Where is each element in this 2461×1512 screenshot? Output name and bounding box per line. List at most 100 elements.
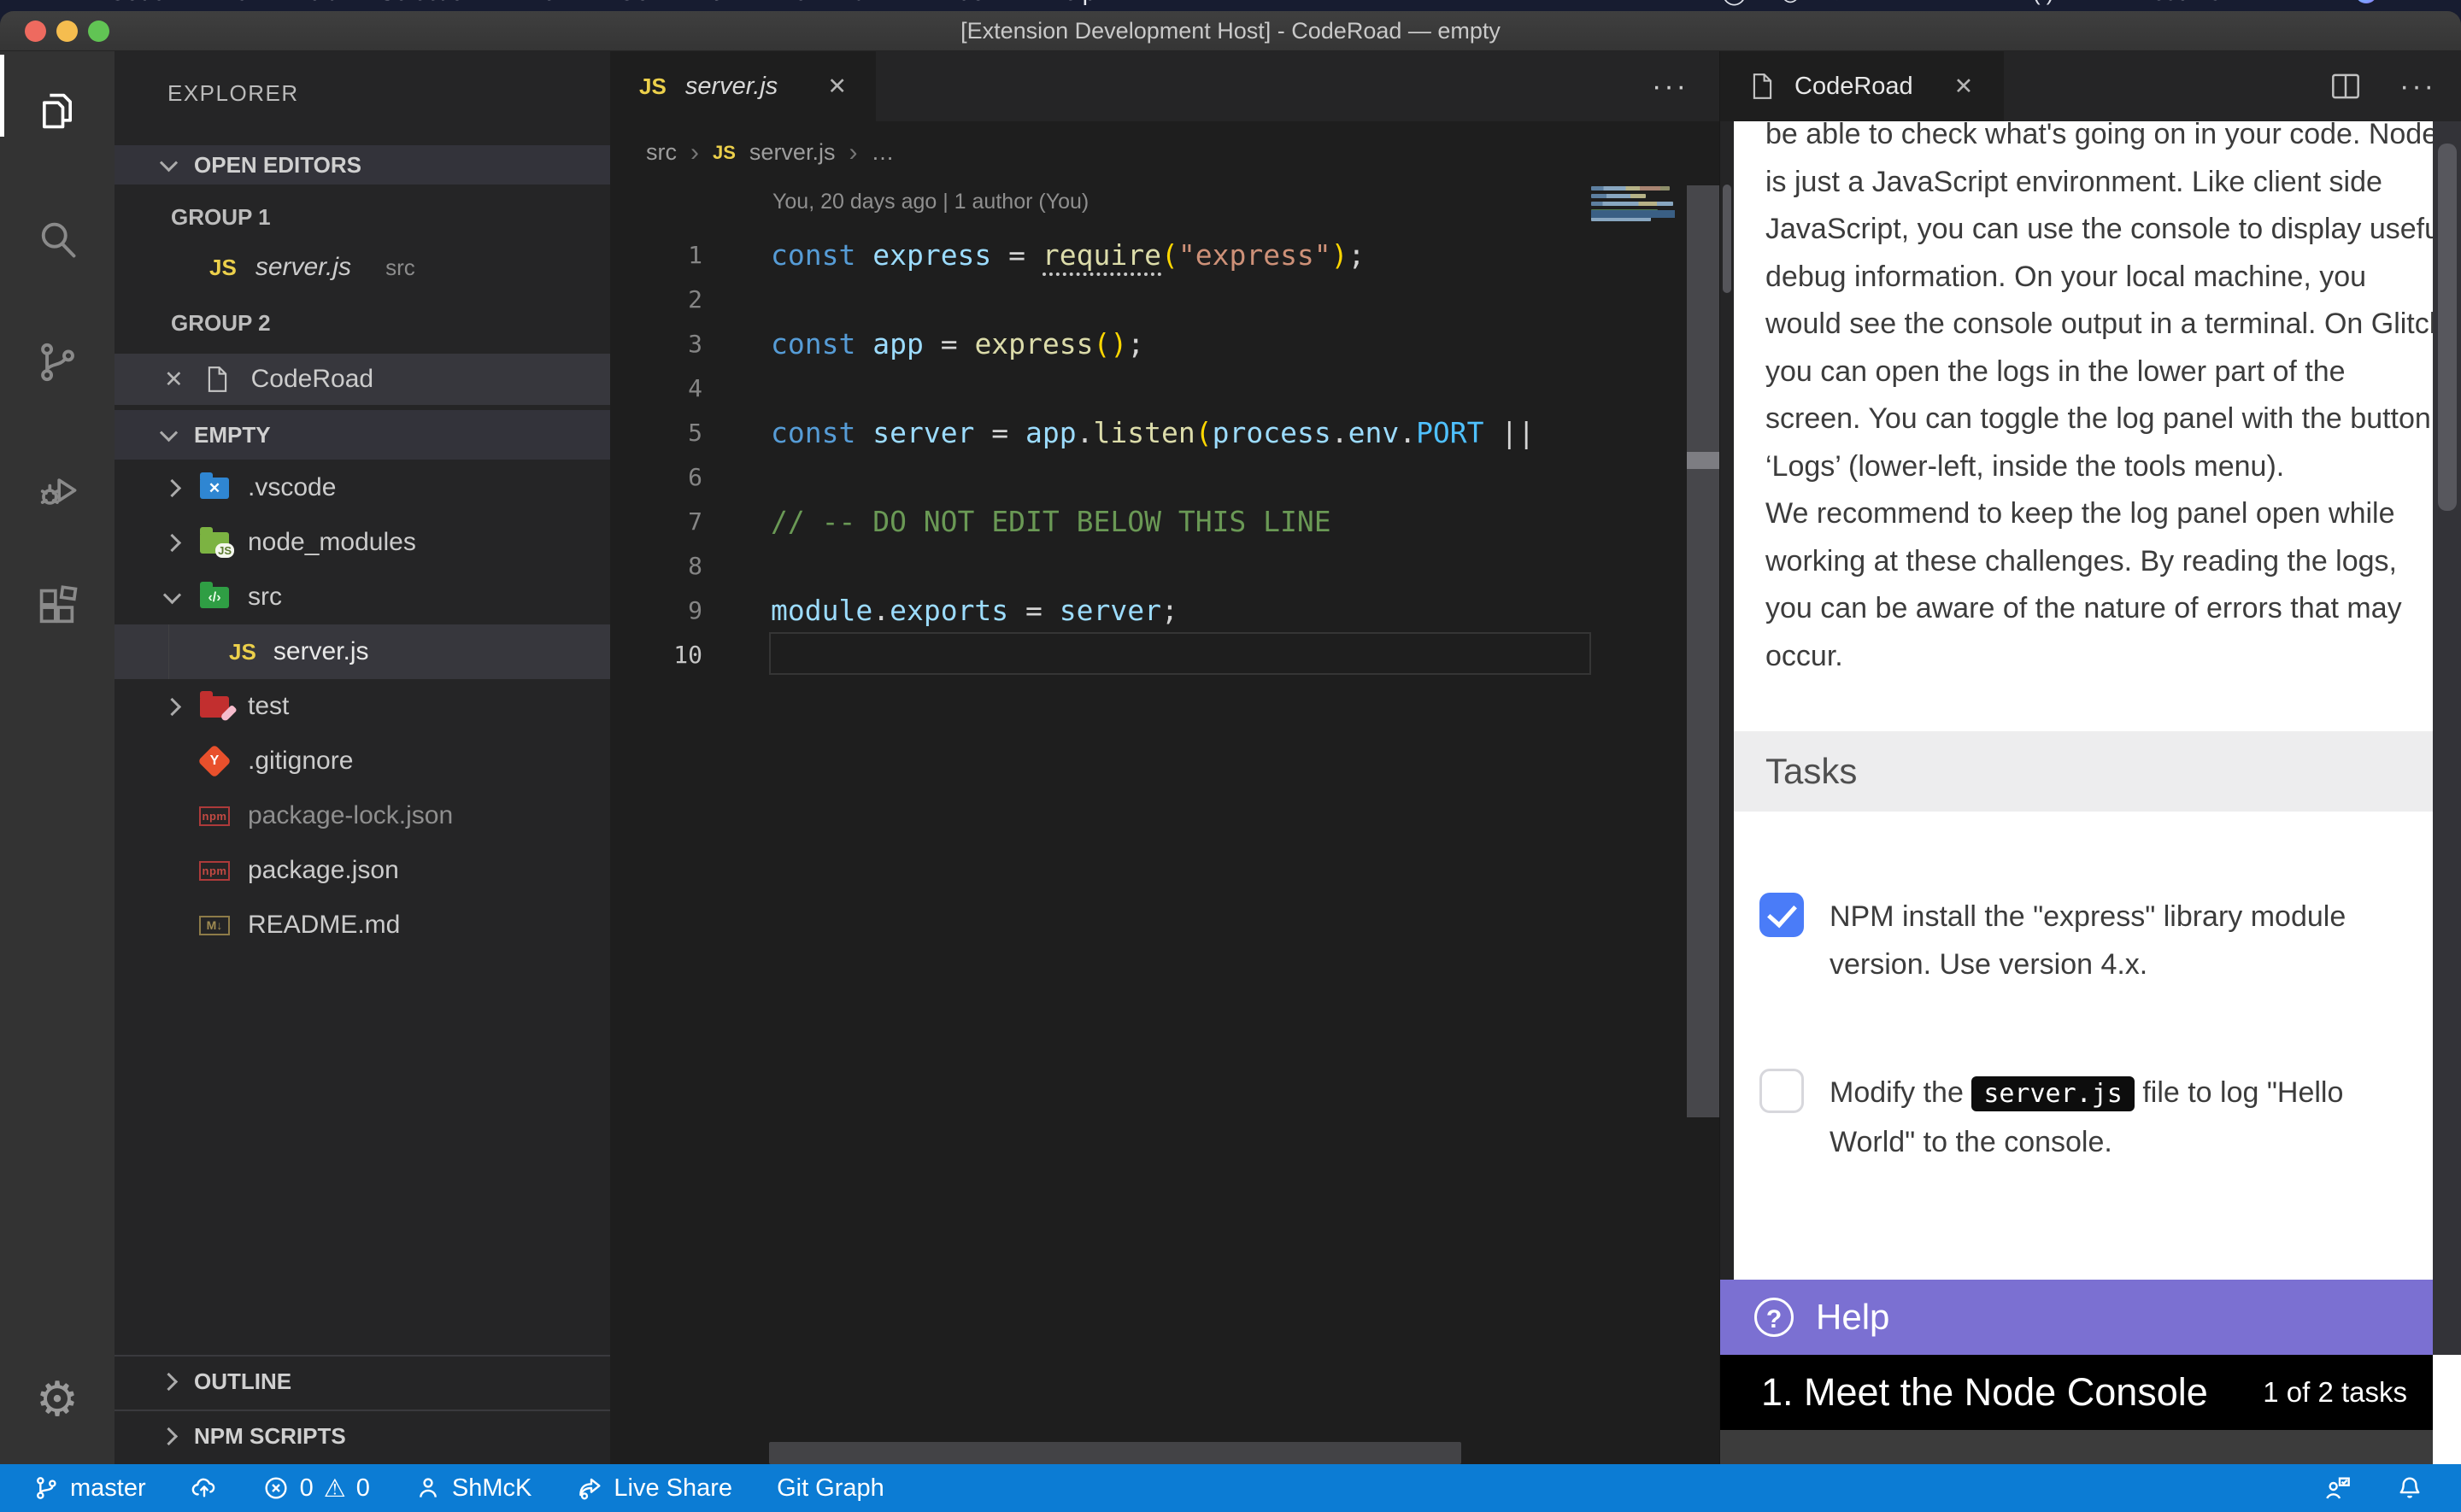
tree-item-test[interactable]: test xyxy=(115,679,610,734)
apple-menu-icon[interactable]: ● xyxy=(50,0,64,6)
tray-icon-6[interactable]: ⌸ xyxy=(1943,0,1957,6)
control-center-icon[interactable]: ≣ xyxy=(2411,0,2430,6)
tree-item-label: README.md xyxy=(248,911,400,940)
editor-vertical-scrollbar[interactable] xyxy=(1687,185,1719,1117)
explorer-icon[interactable] xyxy=(0,68,115,154)
git-graph-status-item[interactable]: Git Graph xyxy=(777,1474,884,1503)
close-tab-icon[interactable]: ✕ xyxy=(1954,73,1974,100)
tree-item-serverjs[interactable]: JS server.js xyxy=(115,624,610,679)
open-editors-header[interactable]: OPEN EDITORS xyxy=(115,145,610,185)
tray-icon-4[interactable]: ➤ xyxy=(1835,0,1853,6)
user-status-item[interactable]: ShMcK xyxy=(414,1474,532,1503)
line-number: 5 xyxy=(610,419,702,447)
minimap[interactable] xyxy=(1591,186,1675,225)
lesson-progress-bar[interactable]: 1. Meet the Node Console 1 of 2 tasks xyxy=(1720,1355,2433,1430)
tree-item-src[interactable]: src xyxy=(115,570,610,624)
menu-item-window[interactable]: Window xyxy=(917,0,1002,6)
spotlight-icon[interactable]: ○ xyxy=(2307,0,2321,6)
editor-horizontal-scrollbar[interactable] xyxy=(769,1442,1461,1464)
menu-item-view[interactable]: View xyxy=(521,0,573,6)
branch-status-item[interactable]: master xyxy=(32,1474,146,1503)
menu-item-go[interactable]: Go xyxy=(618,0,649,6)
extensions-icon[interactable] xyxy=(0,564,115,649)
tab-title: CodeRoad xyxy=(1794,73,1913,101)
panel-more-actions-icon[interactable]: ··· xyxy=(2399,70,2436,103)
menu-item-edit[interactable]: Edit xyxy=(293,0,334,6)
scrollbar-thumb[interactable] xyxy=(1723,185,1731,293)
tray-icon-2[interactable]: ◯ xyxy=(1722,0,1747,6)
tasks-section-header: Tasks xyxy=(1734,731,2433,812)
task-checkbox-unchecked[interactable] xyxy=(1759,1069,1804,1113)
breadcrumb-file[interactable]: server.js xyxy=(749,139,836,166)
tree-item-package-json[interactable]: npm package.json xyxy=(115,843,610,898)
task-checkbox-checked[interactable] xyxy=(1759,893,1804,937)
source-control-icon[interactable] xyxy=(0,319,115,405)
npm-scripts-section-header[interactable]: NPM SCRIPTS xyxy=(115,1409,610,1461)
editor-more-actions-icon[interactable]: ··· xyxy=(1652,51,1689,121)
tree-item-readme[interactable]: M↓ README.md xyxy=(115,898,610,952)
chevron-down-icon xyxy=(160,154,178,172)
breadcrumb-symbol[interactable]: … xyxy=(871,139,894,166)
settings-gear-icon[interactable]: ⚙ xyxy=(0,1357,115,1442)
tree-item-node-modules[interactable]: node_modules xyxy=(115,515,610,570)
code-area[interactable]: 1const express = require("express");23co… xyxy=(610,232,1719,677)
code-line[interactable]: 2 xyxy=(610,277,1719,321)
problems-status-item[interactable]: 0 ⚠ 0 xyxy=(262,1474,370,1503)
menu-item-code[interactable]: Code xyxy=(109,0,166,6)
menu-item-terminal[interactable]: Terminal xyxy=(782,0,872,6)
open-editor-coderoad[interactable]: ✕ CodeRoad xyxy=(115,354,610,405)
scrollbar-thumb[interactable] xyxy=(1687,452,1719,469)
codelens-annotation[interactable]: You, 20 days ago | 1 author (You) xyxy=(772,190,1089,214)
js-file-icon: JS xyxy=(639,73,667,100)
siri-icon[interactable] xyxy=(2355,0,2377,3)
code-line[interactable]: 5const server = app.listen(process.env.P… xyxy=(610,410,1719,454)
code-line[interactable]: 8 xyxy=(610,543,1719,588)
run-debug-icon[interactable] xyxy=(0,448,115,533)
task-text: Modify the server.js file to log "Hello … xyxy=(1830,1069,2343,1166)
tab-serverjs[interactable]: JS server.js ✕ xyxy=(610,51,876,121)
title-bar[interactable]: [Extension Development Host] - CodeRoad … xyxy=(0,11,2461,51)
tray-icon-7[interactable]: • xyxy=(1991,0,1999,6)
folder-section-header[interactable]: EMPTY xyxy=(115,410,610,460)
tray-icon-8[interactable]: ( ) xyxy=(2033,0,2054,6)
breadcrumb-src[interactable]: src xyxy=(646,139,677,166)
warnings-icon: ⚠ xyxy=(324,1474,346,1503)
code-line[interactable]: 10 xyxy=(610,632,1719,677)
code-line[interactable]: 6 xyxy=(610,454,1719,499)
code-line[interactable]: 9module.exports = server; xyxy=(610,588,1719,632)
tray-icon-1[interactable]: ⧉ xyxy=(1671,0,1688,6)
webview-left-scrollbar[interactable] xyxy=(1720,121,1734,1464)
close-tab-icon[interactable]: ✕ xyxy=(827,73,847,100)
menu-item-file[interactable]: File xyxy=(210,0,249,6)
code-line[interactable]: 7// -- DO NOT EDIT BELOW THIS LINE xyxy=(610,499,1719,543)
menu-bar-clock[interactable]: Sat 4:51 PM xyxy=(2151,0,2273,6)
code-line[interactable]: 3const app = express(); xyxy=(610,321,1719,366)
tree-item-vscode[interactable]: .vscode xyxy=(115,460,610,515)
outline-section-header[interactable]: OUTLINE xyxy=(115,1355,610,1406)
tab-coderoad[interactable]: CodeRoad ✕ xyxy=(1720,51,2004,121)
user-name: ShMcK xyxy=(452,1474,532,1503)
notifications-status-item[interactable] xyxy=(2396,1474,2423,1502)
webview-right-scrollbar[interactable] xyxy=(2433,121,2461,1355)
menu-item-selection[interactable]: Selection xyxy=(379,0,477,6)
code-line[interactable]: 4 xyxy=(610,366,1719,410)
menu-item-help[interactable]: Help xyxy=(1047,0,1096,6)
help-bar[interactable]: ? Help xyxy=(1720,1280,2433,1355)
scrollbar-thumb[interactable] xyxy=(2438,144,2457,511)
vscode-folder-icon xyxy=(200,478,229,499)
close-icon[interactable]: ✕ xyxy=(164,366,184,393)
sync-status-item[interactable] xyxy=(191,1474,218,1502)
tree-item-gitignore[interactable]: .gitignore xyxy=(115,734,610,788)
code-line[interactable]: 1const express = require("express"); xyxy=(610,232,1719,277)
tray-icon-5[interactable]: ▲ xyxy=(1887,0,1909,6)
live-share-status-item[interactable]: Live Share xyxy=(576,1474,732,1503)
tree-item-package-lock[interactable]: npm package-lock.json xyxy=(115,788,610,843)
menu-item-run[interactable]: Run xyxy=(694,0,737,6)
feedback-status-item[interactable] xyxy=(2324,1474,2352,1502)
js-file-icon: JS xyxy=(713,142,736,164)
split-editor-icon[interactable] xyxy=(2329,72,2362,101)
open-editor-serverjs[interactable]: JS server.js src xyxy=(115,243,610,292)
tree-item-label: test xyxy=(248,692,289,721)
tray-icon-3[interactable]: ◉ xyxy=(1781,0,1800,6)
search-icon[interactable] xyxy=(0,196,115,282)
